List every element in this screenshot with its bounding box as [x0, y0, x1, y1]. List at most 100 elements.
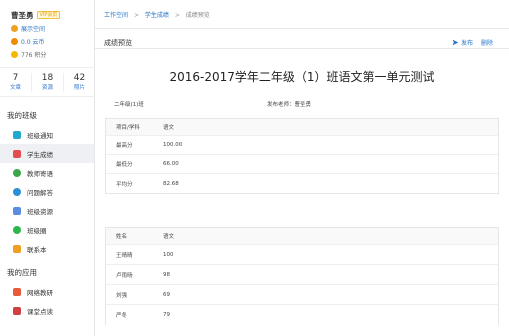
class-name: 二年级(1)班	[114, 102, 144, 108]
sidebar-item-label: 班级圈	[27, 226, 47, 235]
table-cell: 卢雨旸	[116, 272, 133, 279]
sidebar-item-label: 联系本	[27, 245, 47, 254]
sidebar-item-label: 课堂点读	[27, 307, 53, 316]
circle-icon	[13, 225, 21, 234]
sidebar-item-research[interactable]: 网络教研	[0, 282, 94, 301]
stat-label: 资源	[41, 85, 53, 91]
column-header: 语文	[163, 125, 175, 131]
table-header: 姓名 语文	[106, 228, 498, 245]
breadcrumb-separator: >	[174, 12, 180, 19]
table-row: 王晴晴 100	[106, 245, 498, 265]
sidebar-item-label: 网络教研	[27, 288, 53, 297]
table-cell: 平均分	[116, 181, 133, 188]
divider	[95, 48, 509, 49]
breadcrumb-separator: >	[133, 12, 139, 19]
action-bar: 发布 删除	[452, 38, 493, 47]
breadcrumb: 工作空间 > 学生成绩 > 成绩预览	[104, 10, 210, 19]
stat-photos[interactable]: 42 照片	[64, 73, 95, 92]
stats-bar: 7 文章 18 资源 42 照片	[0, 67, 95, 97]
sidebar-item-scores[interactable]: 学生成绩	[0, 144, 94, 163]
space-link[interactable]: 展示空间	[21, 24, 45, 33]
table-cell: 严冬	[116, 313, 128, 319]
page-heading: 成绩预览	[104, 39, 132, 47]
stat-number: 7	[12, 73, 19, 83]
sidebar-item-label: 班级资源	[27, 207, 53, 216]
publish-button[interactable]: 发布	[452, 38, 473, 47]
publish-label: 发布	[460, 40, 473, 47]
sidebar-item-label: 学生成绩	[27, 150, 53, 159]
sidebar-item-label: 班级通知	[27, 131, 53, 140]
main-content: 工作空间 > 学生成绩 > 成绩预览 成绩预览 发布 删除 2016-2017学…	[95, 0, 509, 336]
book-icon	[13, 244, 21, 253]
reading-icon	[13, 306, 21, 315]
publisher: 发布老师：曹圣勇	[267, 102, 312, 108]
summary-table: 项目/学科 语文 最高分 100.00 最低分 66.00 平均分 82.68	[105, 118, 499, 194]
table-cell: 最低分	[116, 162, 133, 168]
my-class-title: 我的班级	[7, 111, 37, 120]
apps-menu: 网络教研 课堂点读	[0, 282, 94, 320]
coins-row: 0.0 云币	[11, 37, 94, 46]
table-cell: 98	[163, 271, 170, 278]
table-cell: 69	[163, 291, 170, 298]
sidebar-item-label: 问题解答	[27, 188, 53, 197]
points-value: 776 积分	[21, 52, 47, 59]
stat-number: 18	[41, 73, 54, 83]
exam-title: 2016-2017学年二年级（1）班语文第一单元测试	[169, 70, 435, 84]
user-name[interactable]: 曹圣勇	[11, 10, 34, 21]
breadcrumb-current: 成绩预览	[185, 12, 210, 19]
coin-icon	[11, 38, 18, 45]
vip-badge: VIP会员	[36, 11, 61, 19]
sidebar-item-label: 教师寄语	[27, 169, 53, 178]
stat-label: 照片	[73, 85, 85, 91]
table-row: 最高分 100.00	[106, 136, 498, 155]
table-header: 项目/学科 语文	[106, 119, 498, 136]
table-row: 严冬 79	[106, 305, 498, 325]
star-icon	[11, 51, 18, 58]
breadcrumb-scores[interactable]: 学生成绩	[145, 12, 169, 19]
table-cell: 王晴晴	[116, 252, 133, 259]
space-row[interactable]: 展示空间	[11, 24, 94, 33]
table-row: 刘强 69	[106, 285, 498, 305]
stat-articles[interactable]: 7 文章	[0, 73, 32, 92]
notice-icon	[13, 130, 21, 139]
table-cell: 刘强	[116, 292, 128, 299]
profile: 曹圣勇 VIP会员 展示空间 0.0 云币 776 积分 7 文章 18 资源 …	[0, 0, 95, 97]
table-row: 平均分 82.68	[106, 174, 498, 193]
users-icon	[13, 168, 21, 177]
scores-icon	[13, 149, 21, 158]
table-cell: 最高分	[116, 143, 133, 149]
sidebar-item-circle[interactable]: 班级圈	[0, 220, 94, 239]
table-cell: 79	[163, 312, 170, 318]
sidebar-item-resources[interactable]: 班级资源	[0, 201, 94, 220]
coins-value[interactable]: 0.0 云币	[21, 37, 44, 46]
sidebar-item-notice[interactable]: 班级通知	[0, 125, 94, 144]
column-header: 姓名	[116, 234, 128, 240]
folder-icon	[13, 206, 21, 215]
table-cell: 66.00	[163, 161, 179, 167]
column-header: 项目/学科	[116, 125, 140, 131]
sidebar-item-qa[interactable]: 问题解答	[0, 182, 94, 201]
delete-button[interactable]: 删除	[481, 38, 493, 47]
stat-label: 文章	[9, 85, 21, 91]
table-row: 最低分 66.00	[106, 155, 498, 174]
column-header: 语文	[163, 234, 175, 240]
breadcrumb-workspace[interactable]: 工作空间	[104, 12, 128, 19]
question-icon	[13, 187, 21, 196]
divider	[95, 28, 509, 29]
table-cell: 82.68	[163, 180, 179, 187]
sidebar: 曹圣勇 VIP会员 展示空间 0.0 云币 776 积分 7 文章 18 资源 …	[0, 0, 95, 336]
my-apps-title: 我的应用	[7, 268, 37, 277]
table-cell: 100	[163, 251, 174, 258]
table-row: 卢雨旸 98	[106, 265, 498, 285]
research-icon	[13, 287, 21, 296]
sidebar-item-teacher-message[interactable]: 教师寄语	[0, 163, 94, 182]
stat-resources[interactable]: 18 资源	[32, 73, 64, 92]
send-icon	[452, 39, 459, 46]
sidebar-item-reading[interactable]: 课堂点读	[0, 301, 94, 320]
stat-number: 42	[73, 73, 86, 83]
table-cell: 100.00	[163, 142, 183, 148]
class-menu: 班级通知 学生成绩 教师寄语 问题解答 班级资源 班级圈 联系本	[0, 125, 94, 258]
sidebar-item-contact[interactable]: 联系本	[0, 239, 94, 258]
app-root: 曹圣勇 VIP会员 展示空间 0.0 云币 776 积分 7 文章 18 资源 …	[0, 0, 509, 336]
home-icon	[11, 25, 18, 32]
